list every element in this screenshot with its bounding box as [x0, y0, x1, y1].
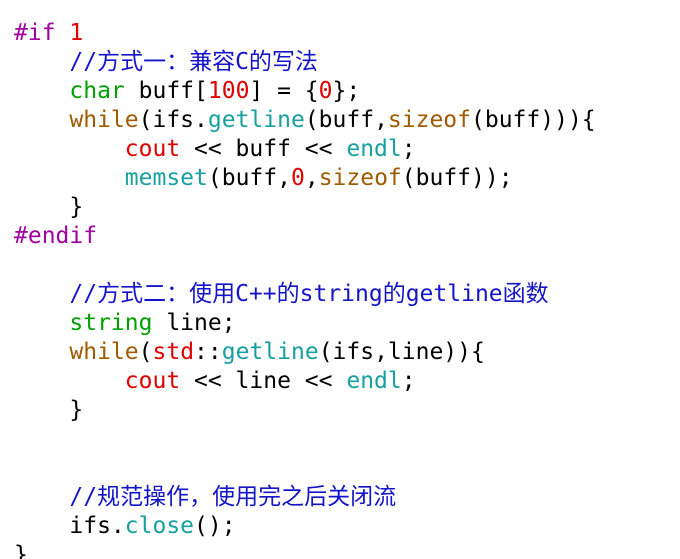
code-token: while [69, 339, 139, 365]
code-token: sizeof [387, 107, 472, 133]
code-line: memset(buff,0,sizeof(buff)); [14, 164, 513, 193]
code-token: 1 [69, 20, 84, 46]
code-token: (buff))){ [471, 107, 596, 133]
code-token: (ifs,line)){ [318, 339, 485, 365]
code-token: ; [401, 136, 416, 162]
code-line: } [14, 193, 83, 222]
code-token: char [69, 78, 125, 104]
code-line: cout << buff << endl; [14, 135, 416, 164]
code-line: string line; [14, 309, 236, 338]
code-token: } [14, 397, 84, 423]
code-token: getline [207, 107, 305, 133]
code-token: cout [124, 136, 181, 162]
code-line: //方式二：使用C++的string的getline函数 [14, 280, 549, 309]
code-line: } [14, 396, 83, 425]
code-token: (); [194, 513, 236, 539]
code-token: #if [14, 20, 70, 46]
code-editor[interactable]: #if 1 //方式一：兼容C的写法 char buff[100] = {0};… [0, 0, 680, 559]
code-token: } [14, 542, 28, 559]
code-token: while [69, 107, 139, 133]
code-token: line; [152, 310, 236, 336]
code-token: (buff, [207, 165, 291, 191]
code-token: string [69, 310, 153, 336]
code-token: ( [138, 339, 153, 365]
code-token: } [14, 194, 84, 220]
code-token: << buff << [180, 136, 347, 162]
code-line: cout << line << endl; [14, 367, 416, 396]
code-line: while(ifs.getline(buff,sizeof(buff))){ [14, 106, 596, 135]
code-token: (ifs. [138, 107, 208, 133]
code-token: << line << [180, 368, 347, 394]
code-line: #endif [14, 222, 97, 251]
code-token: memset [124, 165, 208, 191]
code-token: #endif [14, 223, 98, 249]
code-token: (buff)); [401, 165, 513, 191]
code-token: :: [194, 339, 222, 365]
code-line: while(std::getline(ifs,line)){ [14, 338, 485, 367]
code-line: //规范操作，使用完之后关闭流 [14, 483, 396, 512]
code-token: close [124, 513, 195, 539]
code-line: ifs.close(); [14, 512, 236, 541]
code-token: 0 [318, 78, 333, 104]
code-token: , [304, 165, 319, 191]
code-token: ] = { [249, 78, 319, 104]
code-token: ; [401, 368, 416, 394]
code-token: ifs. [69, 513, 125, 539]
code-line: #if 1 [14, 19, 83, 48]
code-token: (buff, [304, 107, 388, 133]
code-token: sizeof [318, 165, 402, 191]
code-line: char buff[100] = {0}; [14, 77, 360, 106]
code-token: endl [346, 136, 402, 162]
code-token: 100 [207, 78, 250, 104]
code-token: //方式一：兼容C的写法 [69, 49, 318, 75]
code-token: buff[ [124, 78, 208, 104]
code-token: std [152, 339, 195, 365]
code-token: getline [221, 339, 319, 365]
code-token: cout [124, 368, 181, 394]
code-token: }; [332, 78, 361, 104]
code-token: endl [346, 368, 402, 394]
code-token: 0 [290, 165, 305, 191]
code-token: //规范操作，使用完之后关闭流 [69, 484, 397, 510]
code-line: } [14, 541, 28, 559]
code-token: //方式二：使用C++的string的getline函数 [69, 281, 549, 307]
code-line: //方式一：兼容C的写法 [14, 48, 318, 77]
